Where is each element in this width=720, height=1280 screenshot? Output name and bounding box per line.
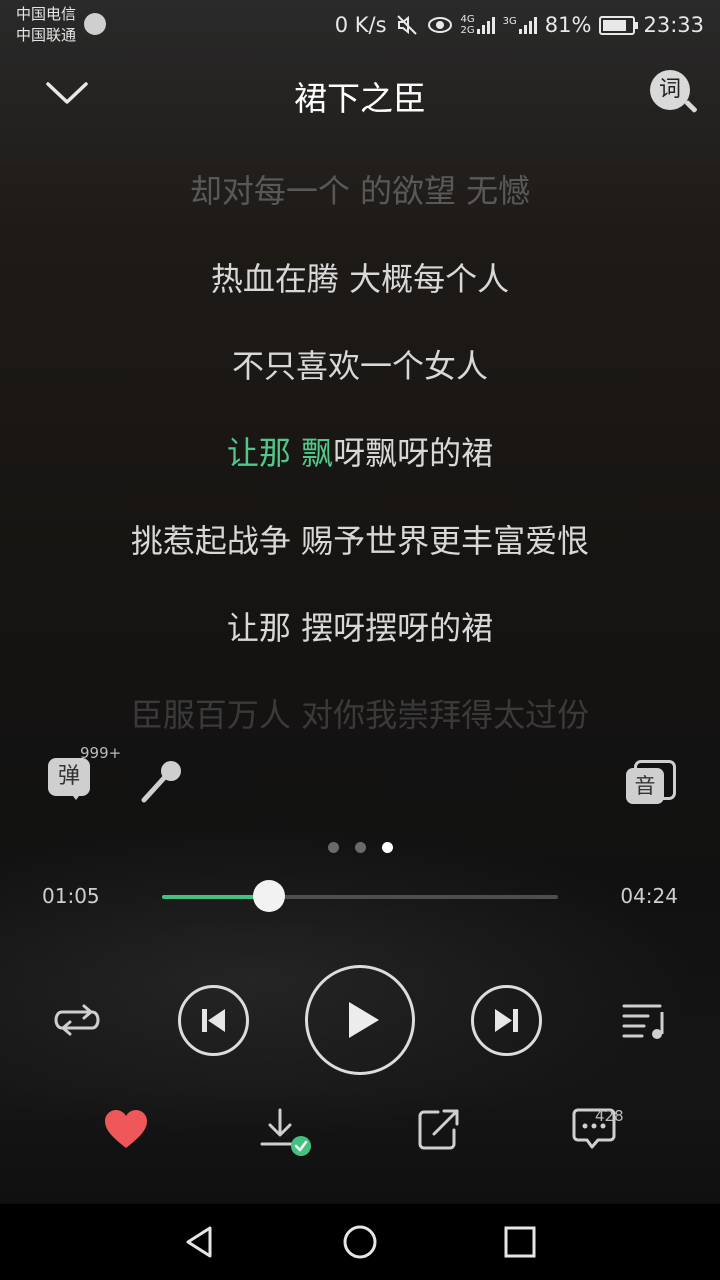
net-type-2: 3G <box>503 16 537 34</box>
lyric-sung-part: 让那 飘 <box>226 434 334 472</box>
skip-next-icon <box>495 1009 518 1032</box>
comment-count-badge: 428 <box>595 1107 624 1125</box>
notification-app-icon <box>84 13 106 35</box>
sound-effect-button[interactable]: 音 <box>626 760 676 804</box>
player-header: 裙下之臣 词 <box>0 62 720 124</box>
recent-square-icon <box>504 1226 536 1258</box>
lyric-line: 热血在腾 大概每个人 <box>210 260 510 298</box>
battery-percent: 81% <box>544 13 592 37</box>
lyric-line: 挑惹起战争 赐予世界更丰富爱恨 <box>130 522 590 560</box>
page-dot-1[interactable] <box>327 842 339 853</box>
next-button[interactable] <box>471 985 542 1056</box>
system-nav-bar <box>0 1204 720 1280</box>
lyric-line: 却对每一个 的欲望 无憾 <box>189 172 531 210</box>
lyric-unsung-part: 呀飘呀的裙 <box>333 434 494 472</box>
danmu-button[interactable]: 弹 <box>48 758 92 802</box>
download-button[interactable] <box>258 1106 316 1160</box>
danmu-count-badge: 999+ <box>80 744 122 762</box>
lyric-line-current: 让那 飘呀飘呀的裙 <box>0 428 720 474</box>
playlist-icon <box>622 1004 664 1039</box>
clock: 23:33 <box>643 13 704 37</box>
net-type-1-top: 4G <box>460 14 475 25</box>
carrier-2: 中国联通 <box>16 26 77 44</box>
nav-back-button[interactable] <box>180 1222 220 1262</box>
total-time: 04:24 <box>620 884 678 908</box>
song-title: 裙下之臣 <box>294 79 426 118</box>
current-time: 01:05 <box>42 884 100 908</box>
lyric-line: 让那 摆呀摆呀的裙 <box>226 609 494 647</box>
signal-2-icon <box>518 16 537 34</box>
eye-comfort-icon <box>427 17 452 33</box>
battery-icon <box>599 15 639 35</box>
share-icon <box>418 1109 459 1150</box>
skip-previous-icon <box>202 1009 225 1032</box>
progress-bar[interactable] <box>162 880 558 912</box>
page-dot-2[interactable] <box>354 842 366 853</box>
net-type-1: 4G 2G <box>461 14 495 36</box>
repeat-icon <box>54 1004 100 1036</box>
like-button[interactable] <box>102 1106 150 1154</box>
signal-1-icon <box>476 16 495 34</box>
progress-thumb[interactable] <box>252 880 285 912</box>
karaoke-mic-button[interactable] <box>138 756 188 806</box>
home-circle-icon <box>343 1225 377 1259</box>
carrier-1: 中国电信 <box>16 5 77 23</box>
mute-icon <box>396 15 417 35</box>
previous-button[interactable] <box>178 985 249 1056</box>
playlist-button[interactable] <box>620 998 670 1042</box>
net-type-2-label: 3G <box>502 16 517 27</box>
nav-home-button[interactable] <box>340 1222 380 1262</box>
page-dot-3[interactable] <box>381 842 393 853</box>
lyric-search-button[interactable]: 词 <box>648 68 698 118</box>
play-mode-button[interactable] <box>50 998 104 1042</box>
magnifier-handle <box>684 99 698 114</box>
page-indicator <box>0 842 720 853</box>
share-button[interactable] <box>416 1106 462 1152</box>
net-type-1-bottom: 2G <box>460 25 475 36</box>
lyric-line: 臣服百万人 对你我崇拜得太过份 <box>130 696 590 734</box>
play-button[interactable] <box>305 965 415 1075</box>
danmu-icon: 弹 <box>48 758 90 796</box>
play-icon <box>349 1002 379 1038</box>
status-bar: 中国电信 中国联通 0 K/s 4G 2G 3G 81% 23:33 <box>0 0 720 50</box>
lyric-line: 不只喜欢一个女人 <box>231 347 488 385</box>
back-triangle-icon <box>186 1226 212 1258</box>
heart-icon <box>105 1110 147 1148</box>
status-right: 0 K/s 4G 2G 3G 81% 23:33 <box>335 10 704 40</box>
download-icon <box>260 1108 311 1156</box>
carrier-labels: 中国电信 中国联通 <box>16 4 76 46</box>
network-speed: 0 K/s <box>334 13 387 37</box>
sound-effect-icon: 音 <box>626 768 664 804</box>
microphone-icon <box>141 761 181 803</box>
music-player-screen: 中国电信 中国联通 0 K/s 4G 2G 3G 81% 23:33 裙下之臣 … <box>0 0 720 1280</box>
danmu-bubble-tail <box>70 792 82 800</box>
nav-recent-button[interactable] <box>500 1222 540 1262</box>
